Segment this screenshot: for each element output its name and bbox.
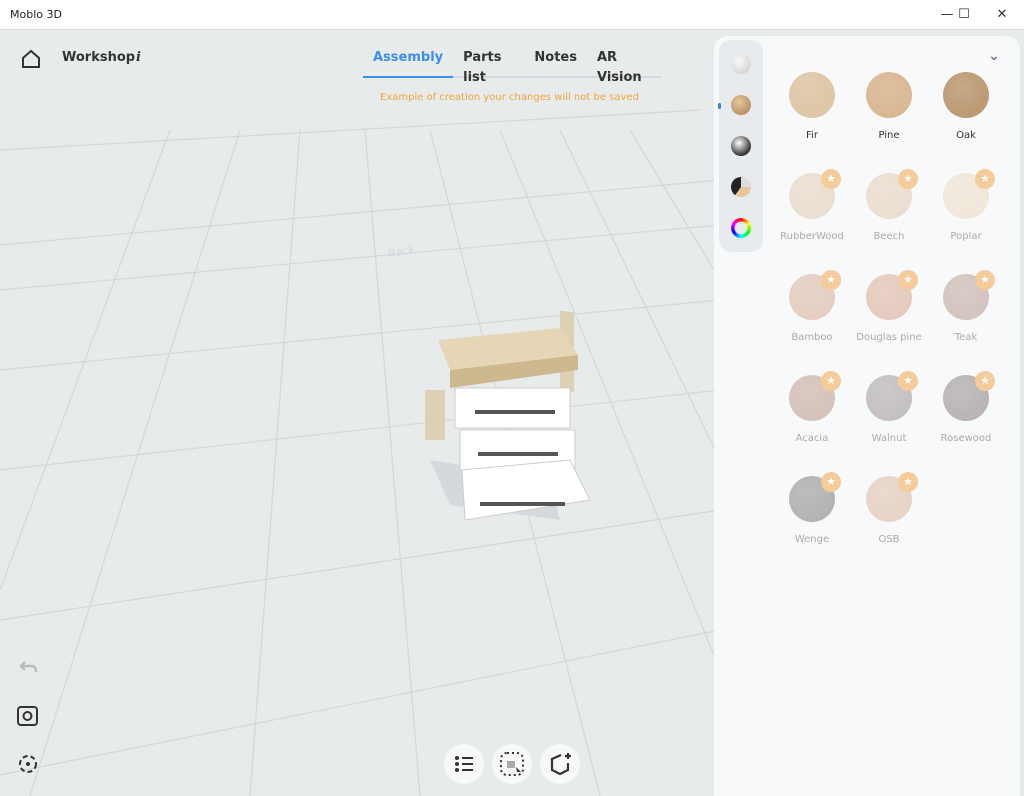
material-oak[interactable]: Oak: [928, 72, 1004, 142]
material-teak[interactable]: ★ Teak: [928, 270, 1004, 344]
material-poplar[interactable]: ★ Poplar: [928, 169, 1004, 243]
premium-star-icon: ★: [975, 371, 995, 391]
main-tabs: Assembly Parts list Notes AR Vision: [363, 48, 661, 85]
recenter-icon[interactable]: [16, 752, 40, 776]
material-label: Pine: [878, 130, 900, 141]
add-part-button[interactable]: [540, 744, 580, 784]
tab-parts-list[interactable]: Parts list: [453, 48, 524, 85]
premium-star-icon: ★: [975, 270, 995, 290]
undo-icon[interactable]: [16, 656, 40, 680]
material-fir[interactable]: Fir: [774, 72, 850, 142]
multi-select-button[interactable]: [492, 744, 532, 784]
material-swatch: ★: [943, 270, 995, 320]
material-categories: [718, 40, 763, 252]
material-rosewood[interactable]: ★ Rosewood: [928, 371, 1004, 445]
material-rubberwood[interactable]: ★ RubberWood: [774, 169, 850, 243]
material-swatch: [866, 72, 912, 118]
category-plain[interactable]: [731, 54, 751, 74]
premium-star-icon: ★: [898, 472, 918, 492]
material-swatch: ★: [943, 371, 995, 421]
material-swatch: ★: [943, 169, 995, 219]
material-label: Teak: [954, 332, 978, 343]
title-bar: Moblo 3D — ☐ ✕: [0, 0, 1024, 30]
selection-icon: [500, 752, 524, 776]
material-swatch: ★: [789, 169, 841, 219]
material-swatch: ★: [866, 169, 918, 219]
category-metal[interactable]: [731, 136, 751, 156]
parts-list-button[interactable]: [444, 744, 484, 784]
material-label: OSB: [878, 534, 900, 545]
project-name[interactable]: Workshop: [62, 50, 135, 65]
cabinet-model[interactable]: [400, 280, 600, 530]
tab-ar-vision[interactable]: AR Vision: [587, 48, 661, 85]
material-label: Bamboo: [791, 332, 833, 343]
category-colors[interactable]: [731, 218, 751, 238]
material-swatch: ★: [866, 472, 918, 522]
category-mixed[interactable]: [731, 177, 751, 197]
tab-assembly[interactable]: Assembly: [363, 48, 454, 78]
material-label: Wenge: [794, 534, 830, 545]
add-cube-icon: [550, 753, 571, 776]
premium-star-icon: ★: [821, 371, 841, 391]
material-label: Oak: [956, 130, 976, 141]
material-label: Walnut: [871, 433, 907, 444]
material-osb[interactable]: ★ OSB: [851, 472, 927, 546]
premium-star-icon: ★: [975, 169, 995, 189]
material-label: Poplar: [950, 231, 982, 242]
materials-panel: ⌄ Fir Pine Oak ★ RubberWood ★ Beech ★ Poplar ★ Bam…: [714, 36, 1020, 796]
material-swatch: ★: [789, 270, 841, 320]
maximize-button[interactable]: ☐: [947, 4, 981, 26]
premium-star-icon: ★: [821, 169, 841, 189]
home-icon[interactable]: [20, 48, 42, 70]
collapse-chevron-icon[interactable]: ⌄: [988, 48, 1000, 64]
premium-star-icon: ★: [898, 169, 918, 189]
demo-notice: Example of creation your changes will no…: [380, 92, 639, 103]
premium-star-icon: ★: [821, 472, 841, 492]
material-wenge[interactable]: ★ Wenge: [774, 472, 850, 546]
material-label: RubberWood: [780, 231, 844, 242]
material-acacia[interactable]: ★ Acacia: [774, 371, 850, 445]
premium-star-icon: ★: [898, 371, 918, 391]
close-button[interactable]: ✕: [985, 4, 1019, 26]
material-douglas-pine[interactable]: ★ Douglas pine: [851, 270, 927, 344]
info-icon[interactable]: i: [136, 50, 141, 65]
material-pine[interactable]: Pine: [851, 72, 927, 142]
material-swatch: ★: [789, 371, 841, 421]
selected-category-indicator: [718, 103, 721, 109]
tab-notes[interactable]: Notes: [524, 48, 587, 76]
list-icon: [455, 756, 473, 772]
premium-star-icon: ★: [898, 270, 918, 290]
material-swatch: [943, 72, 989, 118]
material-label: Fir: [806, 130, 818, 141]
material-swatch: ★: [789, 472, 841, 522]
material-swatch: [789, 72, 835, 118]
material-label: Acacia: [795, 433, 829, 444]
material-walnut[interactable]: ★ Walnut: [851, 371, 927, 445]
category-wood[interactable]: [731, 95, 751, 115]
premium-star-icon: ★: [821, 270, 841, 290]
material-swatch: ★: [866, 270, 918, 320]
material-beech[interactable]: ★ Beech: [851, 169, 927, 243]
material-label: Douglas pine: [856, 332, 922, 343]
material-label: Rosewood: [940, 433, 992, 444]
material-label: Beech: [873, 231, 905, 242]
material-bamboo[interactable]: ★ Bamboo: [774, 270, 850, 344]
window-title: Moblo 3D: [10, 8, 62, 21]
screenshot-camera-icon[interactable]: [16, 704, 40, 728]
material-swatch: ★: [866, 371, 918, 421]
